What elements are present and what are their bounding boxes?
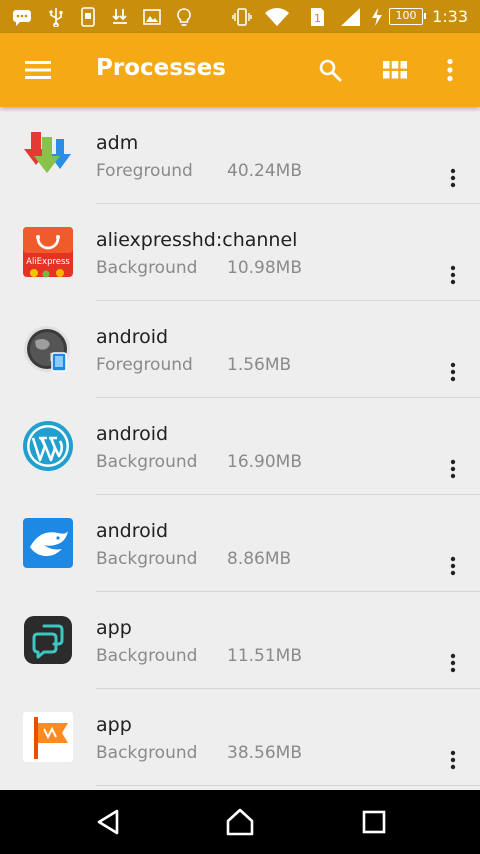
navigation-menu-button[interactable] [18,50,58,90]
more-vertical-icon [450,750,456,770]
search-button[interactable] [310,50,350,90]
process-state: Foreground [96,355,193,375]
globe-phone-icon [24,326,70,372]
row-overflow-button[interactable] [438,454,468,484]
charging-bolt-icon [372,8,382,26]
chat-notification-icon [13,10,31,26]
more-vertical-icon [450,168,456,188]
grid-view-icon [383,61,407,79]
process-memory: 8.86MB [227,549,292,569]
more-vertical-icon [450,362,456,382]
process-memory: 16.90MB [227,452,302,472]
svg-text:1: 1 [314,12,321,25]
process-row[interactable]: AliExpress aliexpresshd:channel Backgrou… [0,204,480,301]
process-row[interactable]: android Background 8.86MB [0,495,480,592]
download-notification-icon [112,9,127,24]
row-overflow-button[interactable] [438,745,468,775]
process-name: aliexpresshd:channel [96,229,298,251]
process-row[interactable]: app Background 11.51MB [0,592,480,689]
wordpress-icon [23,421,73,471]
battery-indicator: 100 [389,8,426,25]
process-memory: 10.98MB [227,258,302,278]
home-button[interactable] [220,802,260,842]
process-row[interactable]: adm Foreground 40.24MB [0,107,480,204]
wifi-icon [265,8,289,26]
system-navigation-bar [0,790,480,854]
process-memory: 11.51MB [227,646,302,666]
process-state: Background [96,452,198,472]
status-bar: 1 100 1:33 [0,0,480,33]
aliexpress-icon: AliExpress [23,227,73,278]
back-button[interactable] [88,802,128,842]
status-time: 1:33 [432,7,468,26]
adm-download-icon [24,132,71,173]
process-memory: 40.24MB [227,161,302,181]
image-notification-icon [143,9,161,25]
process-row[interactable]: android Foreground 1.56MB [0,301,480,398]
lightbulb-icon [177,8,191,26]
more-vertical-icon [450,653,456,673]
process-name: app [96,617,132,639]
app-bar: Processes [0,33,480,107]
hamburger-menu-icon [25,61,51,79]
grid-view-button[interactable] [375,50,415,90]
overflow-menu-button[interactable] [430,50,470,90]
recent-apps-button[interactable] [354,802,394,842]
row-overflow-button[interactable] [438,357,468,387]
blue-bird-icon [23,518,73,568]
process-state: Background [96,646,198,666]
process-state: Foreground [96,161,193,181]
row-overflow-button[interactable] [438,551,468,581]
home-icon [226,808,254,836]
vibrate-icon [232,8,252,26]
battery-level: 100 [395,9,417,22]
chat-bubbles-icon [24,616,72,664]
process-name: app [96,714,132,736]
row-overflow-button[interactable] [438,648,468,678]
process-list: adm Foreground 40.24MB AliExpress aliexp… [0,107,480,786]
process-row[interactable]: android Background 16.90MB [0,398,480,495]
process-row[interactable]: app Background 38.56MB [0,689,480,786]
process-memory: 38.56MB [227,743,302,763]
recent-apps-square-icon [362,810,386,834]
process-state: Background [96,258,198,278]
process-state: Background [96,743,198,763]
process-memory: 1.56MB [227,355,292,375]
sim-card-icon: 1 [311,8,324,26]
more-vertical-icon [450,459,456,479]
aliexpress-logo-text: AliExpress [26,257,70,267]
orange-flag-icon [23,712,73,762]
process-name: android [96,520,169,542]
row-overflow-button[interactable] [438,260,468,290]
process-name: android [96,326,169,348]
process-state: Background [96,549,198,569]
more-vertical-icon [447,58,453,82]
cell-signal-icon [341,8,360,26]
row-overflow-button[interactable] [438,163,468,193]
more-vertical-icon [450,265,456,285]
process-name: adm [96,132,139,154]
device-notification-icon [81,7,95,27]
search-icon [319,59,342,82]
usb-icon [49,8,63,27]
page-title: Processes [96,55,226,81]
back-triangle-icon [97,809,119,835]
process-name: android [96,423,169,445]
more-vertical-icon [450,556,456,576]
